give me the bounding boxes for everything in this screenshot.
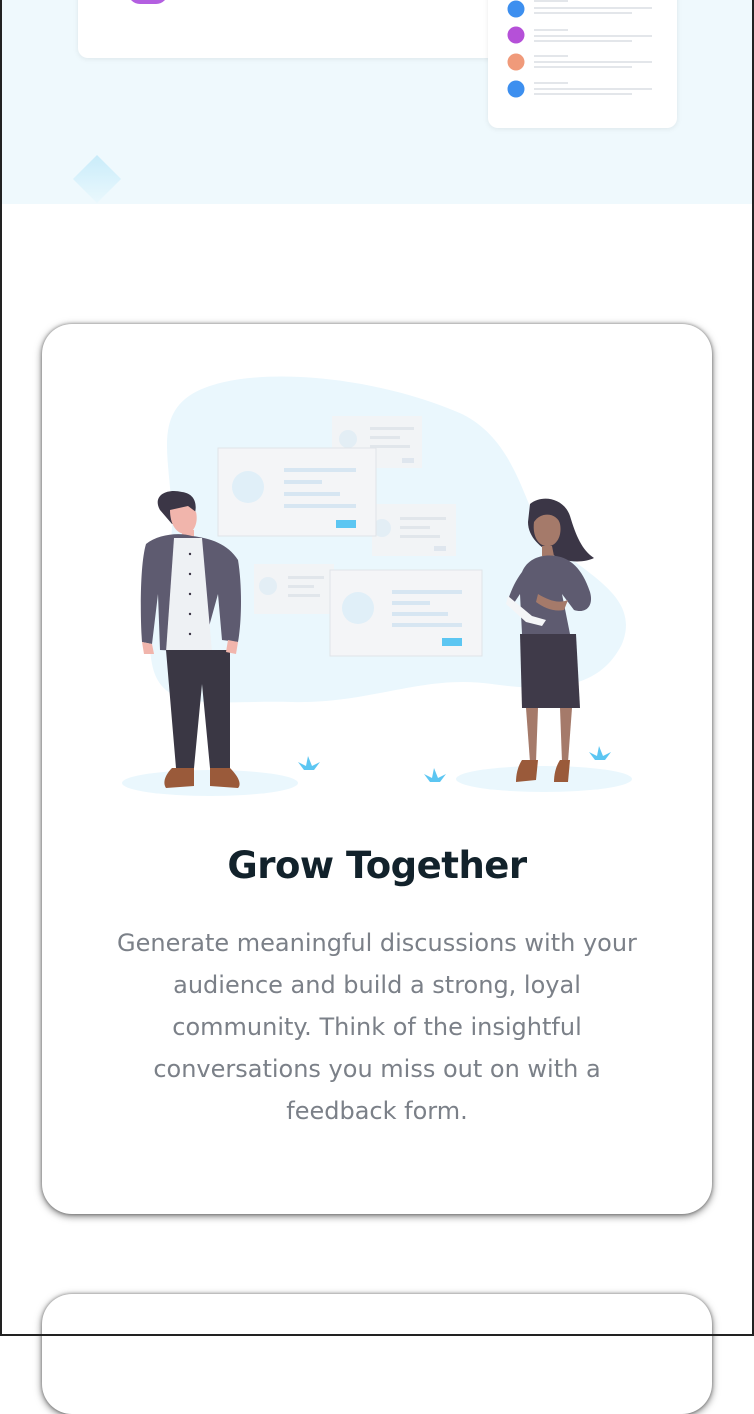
feature-card-title: Grow Together	[227, 844, 527, 887]
floating-card-front-bottom	[329, 569, 483, 657]
floating-card-back-left	[254, 564, 334, 614]
next-feature-card	[42, 1294, 712, 1414]
comment-list-graphic	[507, 0, 652, 98]
hero-preview-card	[78, 0, 508, 58]
avatar-dot-coral	[507, 53, 525, 71]
avatar-dot-purple	[507, 26, 525, 44]
ground-shadow-right	[456, 766, 632, 792]
two-people-discussion-illustration	[122, 376, 632, 796]
floating-card-back-right	[372, 504, 456, 556]
feature-card-grow-together: Grow Together Generate meaningful discus…	[42, 324, 712, 1214]
feature-card-description: Generate meaningful discussions with you…	[117, 929, 637, 1125]
avatar-dot-blue	[507, 80, 525, 98]
hero-comment-list-card	[488, 0, 677, 128]
floating-card-front-top	[217, 447, 377, 537]
avatar-dot-blue	[507, 0, 525, 18]
